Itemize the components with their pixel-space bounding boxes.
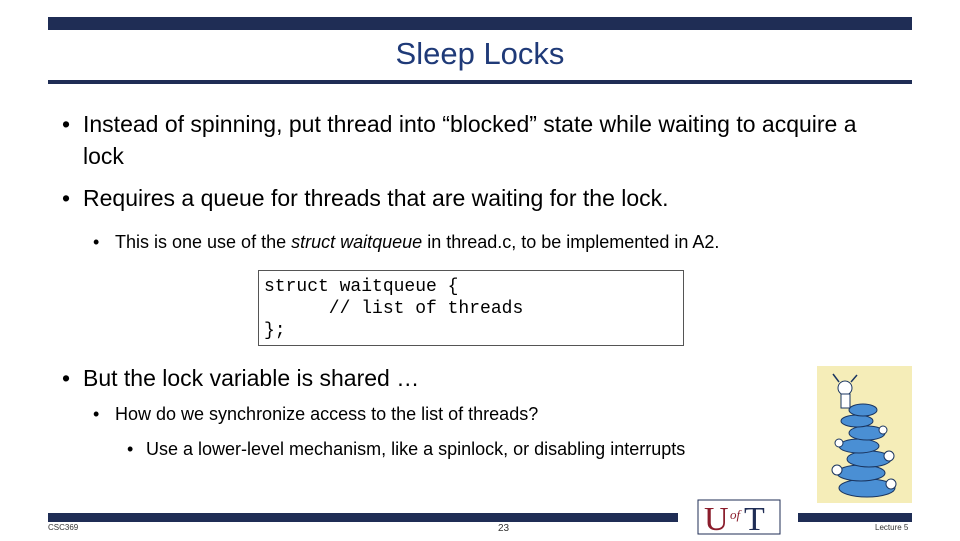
sub-bullet-item: • How do we synchronize access to the li… [93,402,793,426]
top-bar [48,17,912,30]
uoft-logo: U of T [694,498,784,538]
title-rule [48,80,912,84]
code-line: }; [264,321,286,341]
bullet-dot: • [93,232,100,252]
slide-title: Sleep Locks [395,36,565,71]
bottom-bar-right [798,513,912,522]
sub-bullet-item: • This is one use of the struct waitqueu… [93,230,893,254]
bullet-dot: • [93,404,100,424]
cartoon-stacked-turtles-image [817,366,912,503]
bullet-text: Instead of spinning, put thread into “bl… [83,111,857,169]
bullet-text: But the lock variable is shared … [83,365,420,391]
sub-sub-bullet-text: Use a lower-level mechanism, like a spin… [146,439,686,459]
footer-page-number: 23 [498,523,510,534]
italic-code-term: struct waitqueue [291,232,423,252]
sub-bullet-text: This is one use of the struct waitqueue … [115,230,719,254]
bullet-dot: • [127,439,134,459]
code-block: struct waitqueue { // list of threads}; [258,270,684,346]
footer-course: CSC369 [48,523,79,532]
sub-bullet-text: How do we synchronize access to the list… [115,404,539,424]
text-after: in thread.c, to be implemented in A2. [422,232,720,252]
bullet-item: • Instead of spinning, put thread into “… [62,108,862,172]
bottom-bar-left [48,513,678,522]
text-before: This is one use of the [115,232,292,252]
bullet-dot: • [62,365,71,391]
code-line: // list of threads [264,299,524,319]
logo-letter-u: U [704,501,729,536]
bullet-dot: • [62,185,71,211]
bullet-dot: • [62,111,71,137]
bullet-item: • Requires a queue for threads that are … [62,182,882,214]
logo-letter-t: T [744,501,765,536]
footer-lecture: Lecture 5 [875,523,909,532]
code-line: struct waitqueue { [264,277,459,297]
sub-sub-bullet-item: • Use a lower-level mechanism, like a sp… [127,437,817,461]
bullet-text: Requires a queue for threads that are wa… [83,185,669,211]
bullet-item: • But the lock variable is shared … [62,362,762,394]
